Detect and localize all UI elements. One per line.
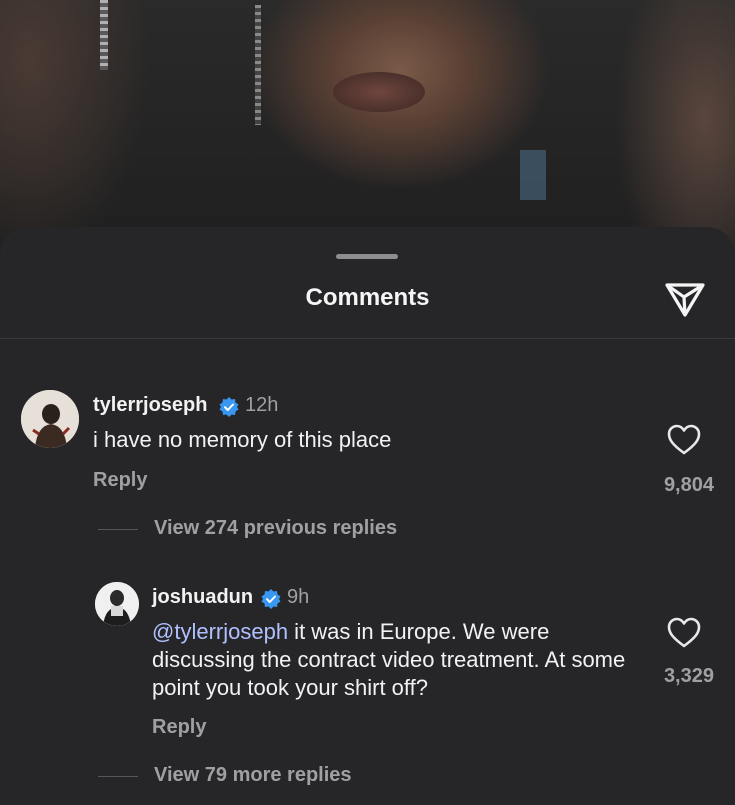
view-replies-label: View 274 previous replies <box>154 517 398 539</box>
comment-username[interactable]: joshuadun <box>152 586 253 609</box>
heart-icon[interactable] <box>667 424 701 456</box>
verified-badge-icon <box>219 397 239 417</box>
sheet-title: Comments <box>305 284 430 311</box>
comment-text: @tylerrjoseph it was in Europe. We were … <box>152 618 652 702</box>
mention-link[interactable]: @tylerrjoseph <box>152 619 288 644</box>
like-count: 9,804 <box>663 474 714 496</box>
comments-sheet: Comments tylerrjoseph 12h i have no memo… <box>0 227 735 805</box>
thread-line <box>98 529 138 530</box>
face-detail <box>333 72 425 112</box>
thread-line <box>98 776 138 777</box>
reply-button[interactable]: Reply <box>152 716 206 739</box>
like-count: 3,329 <box>663 665 714 687</box>
avatar-image <box>95 582 139 626</box>
view-replies-label: View 79 more replies <box>154 764 352 786</box>
send-icon[interactable] <box>664 281 706 319</box>
string-lights <box>255 5 261 125</box>
header-divider <box>0 338 735 339</box>
reply-button[interactable]: Reply <box>93 469 147 492</box>
avatar[interactable] <box>95 582 139 626</box>
post-photo <box>0 0 735 260</box>
background-screen <box>520 150 546 200</box>
comment-timestamp: 9h <box>287 586 310 608</box>
verified-badge-icon <box>261 589 281 609</box>
string-lights <box>100 0 108 70</box>
sheet-grabber[interactable] <box>336 254 398 259</box>
avatar[interactable] <box>21 390 79 448</box>
comment-timestamp: 12h <box>245 394 279 416</box>
avatar-image <box>21 390 79 448</box>
comment-text: i have no memory of this place <box>93 427 392 452</box>
comment-username[interactable]: tylerrjoseph <box>93 394 207 417</box>
heart-icon[interactable] <box>667 617 701 649</box>
